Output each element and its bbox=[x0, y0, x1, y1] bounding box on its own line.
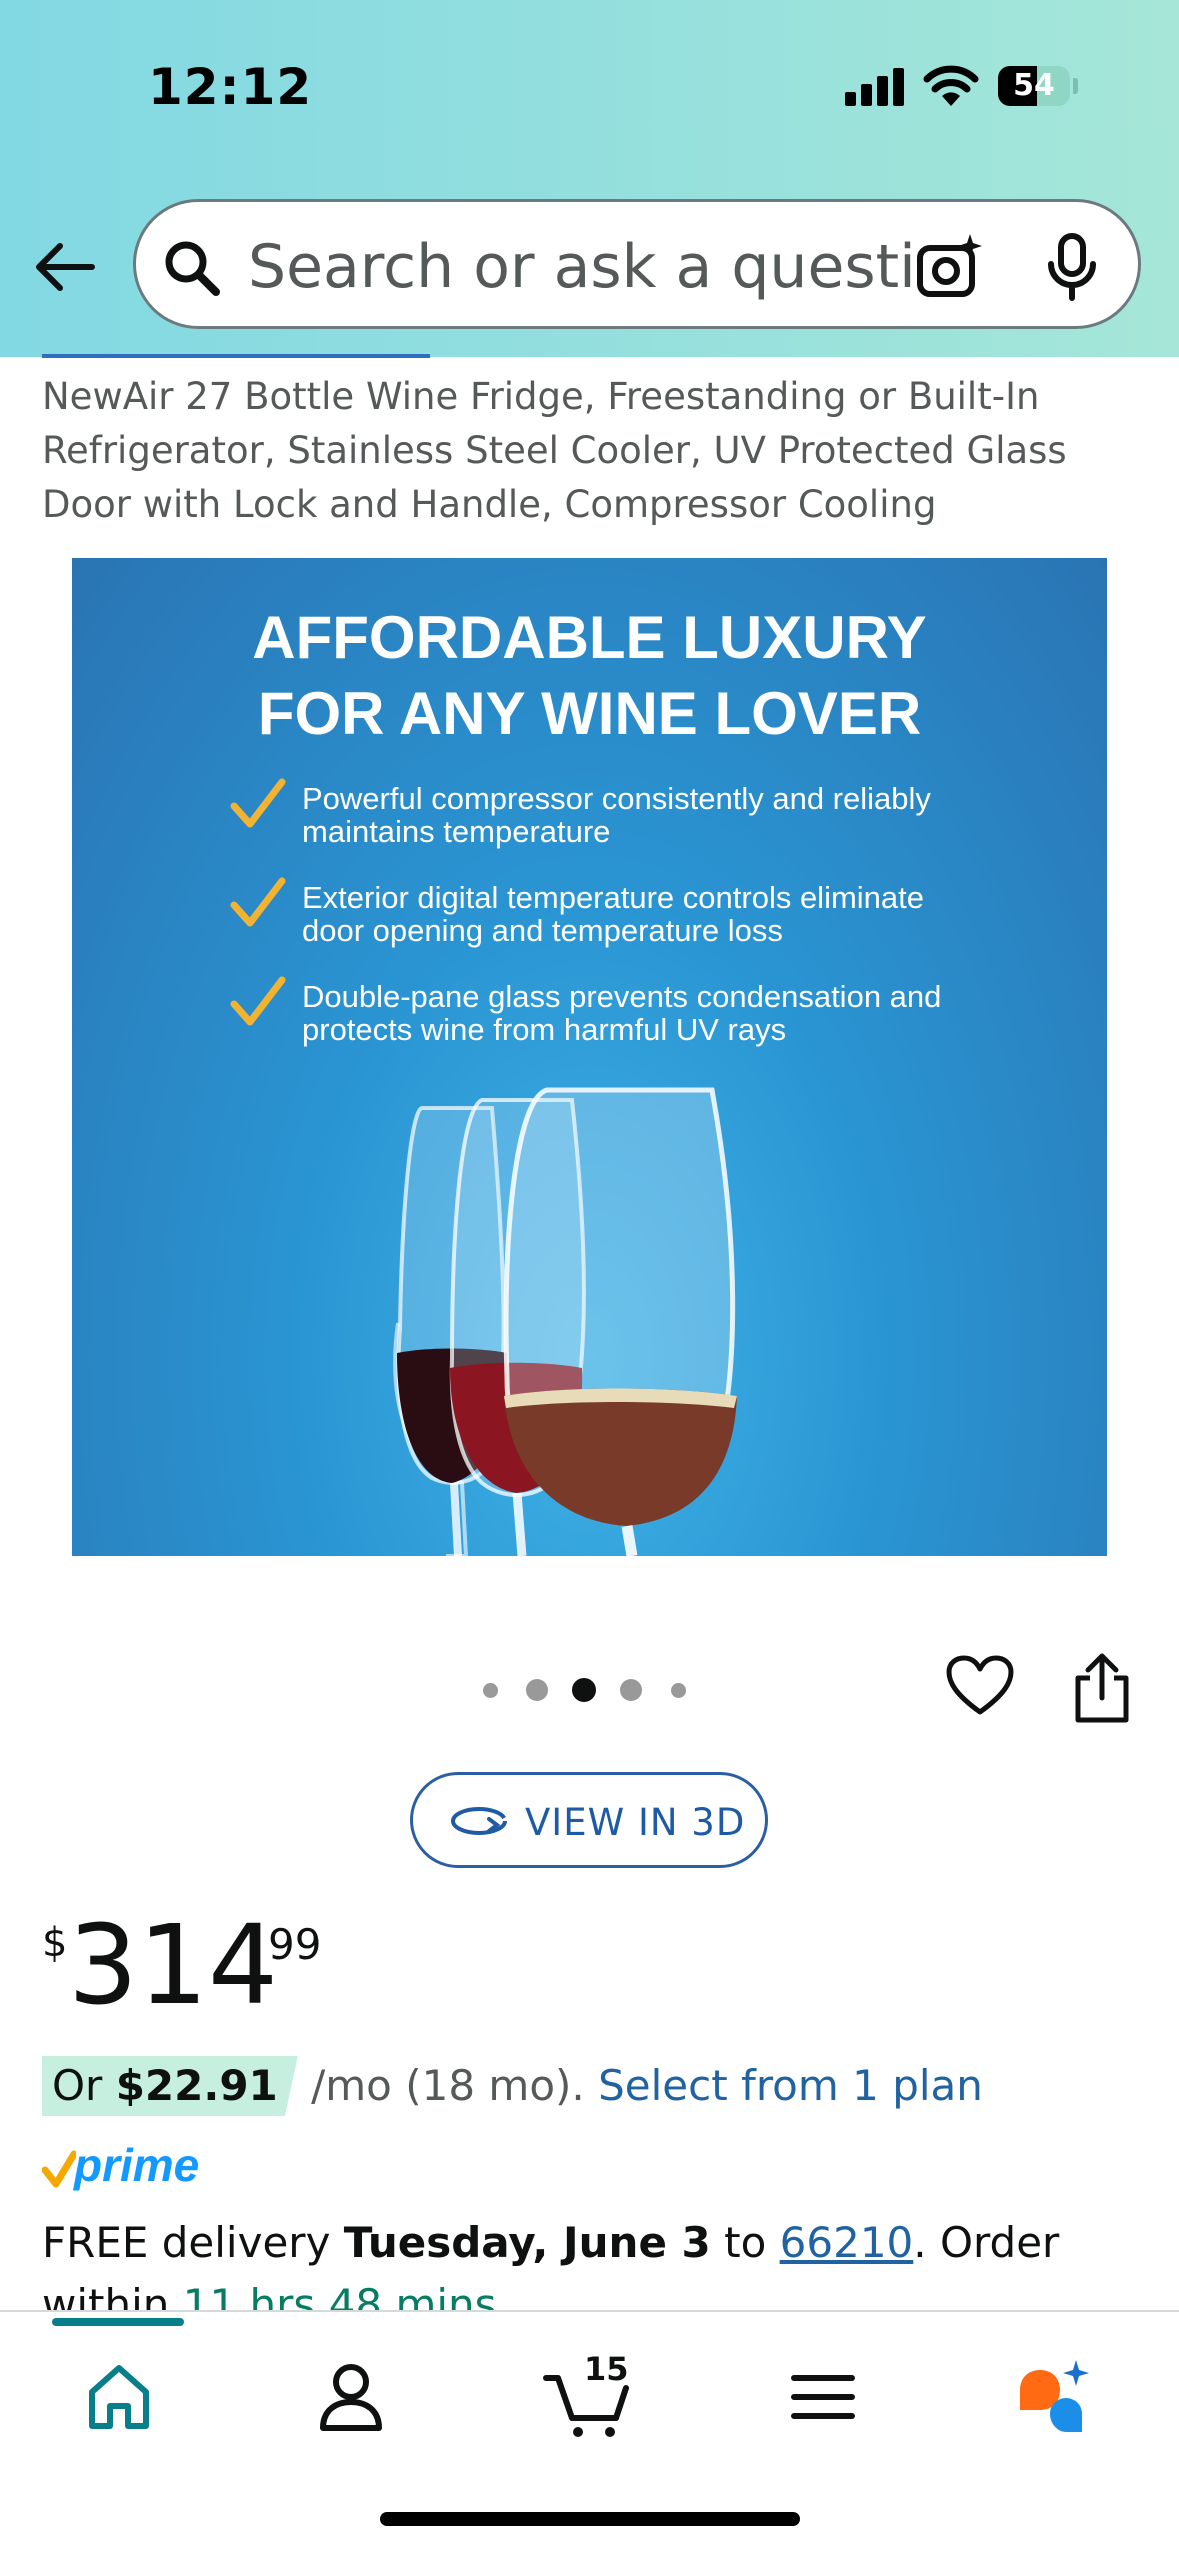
home-icon[interactable] bbox=[74, 2352, 164, 2442]
image-headline-line2: FOR ANY WINE LOVER bbox=[257, 680, 922, 747]
status-time: 12:12 bbox=[148, 58, 313, 116]
feature-text: protects wine from harmful UV rays bbox=[302, 1012, 787, 1047]
installment-term: /mo (18 mo). bbox=[297, 2061, 599, 2110]
share-icon[interactable] bbox=[1070, 1652, 1134, 1724]
prime-logo: prime bbox=[42, 2138, 212, 2198]
cart-button[interactable]: 15 bbox=[542, 2350, 632, 2442]
image-headline: AFFORDABLE LUXURY FOR ANY WINE LOVER bbox=[72, 600, 1107, 752]
installment-pill: Or $22.91 bbox=[42, 2056, 298, 2116]
product-image[interactable]: AFFORDABLE LUXURY FOR ANY WINE LOVER Pow… bbox=[72, 558, 1107, 1556]
search-input[interactable]: Search or ask a question bbox=[248, 232, 938, 302]
feature-text: Double-pane glass prevents condensation … bbox=[302, 979, 942, 1014]
prime-label: prime bbox=[74, 2139, 200, 2191]
rotate-3d-icon bbox=[451, 1807, 507, 1835]
section-tab-indicator bbox=[42, 354, 430, 358]
feature-text: Powerful compressor consistently and rel… bbox=[302, 781, 931, 816]
installment-prefix: Or bbox=[52, 2061, 116, 2110]
product-title: NewAir 27 Bottle Wine Fridge, Freestandi… bbox=[42, 375, 1067, 526]
carousel-dot[interactable] bbox=[482, 1682, 498, 1698]
delivery-date: Tuesday, June 3 bbox=[343, 2218, 711, 2267]
carousel-dot[interactable] bbox=[526, 1679, 548, 1701]
delivery-zip-link[interactable]: 66210 bbox=[780, 2218, 914, 2267]
price-whole: 314 bbox=[68, 1901, 278, 2029]
search-bar[interactable]: Search or ask a question bbox=[133, 199, 1141, 329]
heart-icon[interactable] bbox=[945, 1654, 1015, 1718]
image-headline-line1: AFFORDABLE LUXURY bbox=[252, 604, 927, 671]
rufus-assistant-icon[interactable] bbox=[1010, 2352, 1100, 2442]
view-in-3d-label: VIEW IN 3D bbox=[525, 1801, 746, 1844]
carousel-dot[interactable] bbox=[670, 1682, 686, 1698]
app-header: 12:12 54 Search or ask a question bbox=[0, 0, 1179, 357]
carousel-dot-active[interactable] bbox=[572, 1678, 596, 1702]
wine-glasses-illustration bbox=[393, 1087, 737, 1556]
wifi-icon bbox=[923, 65, 979, 106]
price-fraction: 99 bbox=[268, 1920, 322, 1969]
installment-offer: Or $22.91 /mo (18 mo). Select from 1 pla… bbox=[42, 2056, 983, 2116]
installment-amount: $22.91 bbox=[115, 2061, 278, 2110]
price-currency: $ bbox=[42, 1920, 68, 1966]
microphone-icon[interactable] bbox=[1042, 232, 1102, 302]
feature-text: Exterior digital temperature controls el… bbox=[302, 880, 924, 915]
select-plan-link[interactable]: Select from 1 plan bbox=[598, 2061, 983, 2110]
camera-search-icon[interactable] bbox=[914, 232, 984, 302]
checkmark-icon bbox=[230, 976, 286, 1026]
search-icon bbox=[165, 241, 220, 296]
view-in-3d-button[interactable]: VIEW IN 3D bbox=[410, 1772, 768, 1868]
active-tab-indicator bbox=[52, 2318, 184, 2326]
home-indicator bbox=[380, 2512, 800, 2526]
account-icon[interactable] bbox=[306, 2352, 396, 2442]
back-arrow-icon[interactable] bbox=[30, 232, 100, 302]
battery-icon: 54 bbox=[998, 66, 1078, 106]
feature-text: door opening and temperature loss bbox=[302, 913, 783, 948]
checkmark-icon bbox=[230, 778, 286, 828]
battery-level: 54 bbox=[1013, 68, 1055, 103]
cart-count: 15 bbox=[584, 2350, 629, 2388]
prime-check-icon bbox=[42, 2150, 76, 2188]
menu-icon[interactable] bbox=[778, 2352, 868, 2442]
carousel-dot[interactable] bbox=[620, 1679, 642, 1701]
delivery-prefix: FREE delivery bbox=[42, 2218, 344, 2267]
carousel-dots[interactable] bbox=[480, 1670, 700, 1710]
checkmark-icon bbox=[230, 877, 286, 927]
cellular-signal-icon bbox=[845, 66, 905, 106]
delivery-to: to bbox=[710, 2218, 780, 2267]
feature-text: maintains temperature bbox=[302, 814, 611, 849]
